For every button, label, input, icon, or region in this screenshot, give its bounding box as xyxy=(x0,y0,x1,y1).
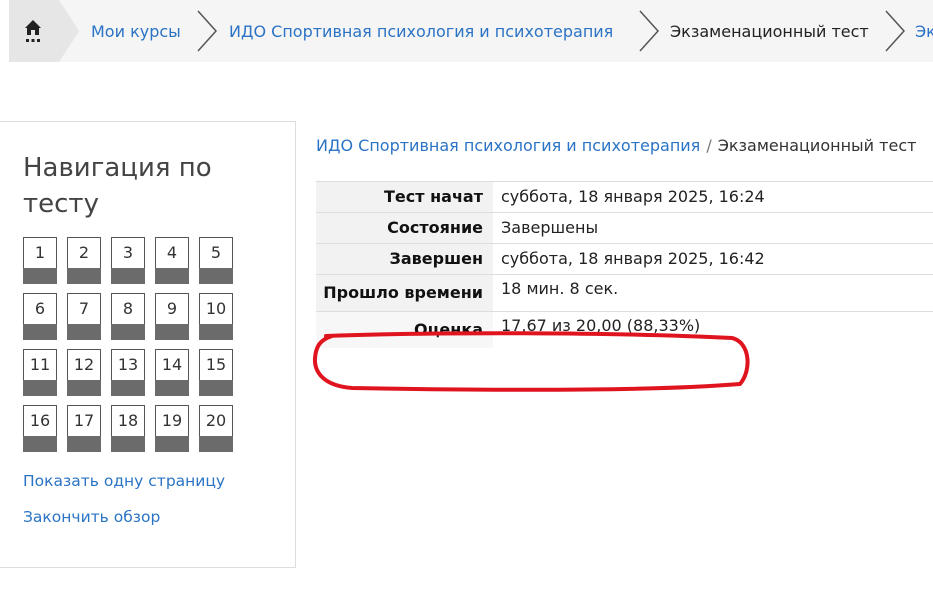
summary-row-state: Состояние Завершены xyxy=(316,212,933,244)
summary-value: суббота, 18 января 2025, 16:42 xyxy=(493,243,933,275)
question-number: 11 xyxy=(29,355,51,374)
summary-label: Завершен xyxy=(316,243,493,275)
summary-row-completed: Завершен суббота, 18 января 2025, 16:42 xyxy=(316,243,933,275)
summary-label: Прошло времени xyxy=(316,274,493,312)
question-status-bar xyxy=(23,268,57,284)
question-number: 19 xyxy=(161,411,183,430)
question-button[interactable]: 18 xyxy=(111,405,145,452)
question-number: 18 xyxy=(117,411,139,430)
summary-label: Тест начат xyxy=(316,181,493,213)
attempt-summary-table: Тест начат суббота, 18 января 2025, 16:2… xyxy=(316,181,933,348)
header-course-link[interactable]: ИДО Спортивная психология и психотерапия xyxy=(316,136,700,155)
breadcrumb-course[interactable]: ИДО Спортивная психология и психотерапия xyxy=(229,22,613,42)
summary-row-time-taken: Прошло времени 18 мин. 8 сек. xyxy=(316,274,933,312)
header-separator: / xyxy=(706,136,712,155)
question-number: 15 xyxy=(205,355,227,374)
question-number: 14 xyxy=(161,355,183,374)
question-button[interactable]: 19 xyxy=(155,405,189,452)
question-button[interactable]: 13 xyxy=(111,349,145,396)
question-button[interactable]: 10 xyxy=(199,293,233,340)
question-status-bar xyxy=(155,324,189,340)
question-number: 1 xyxy=(34,243,46,262)
chevron-right-icon xyxy=(639,10,660,52)
question-status-bar xyxy=(67,436,101,452)
question-button[interactable]: 6 xyxy=(23,293,57,340)
summary-value: Завершены xyxy=(493,212,933,244)
question-status-bar xyxy=(111,324,145,340)
question-number: 13 xyxy=(117,355,139,374)
home-icon xyxy=(25,20,41,42)
question-status-bar xyxy=(199,436,233,452)
question-number: 20 xyxy=(205,411,227,430)
question-status-bar xyxy=(111,268,145,284)
breadcrumb-current: Экзаменационный тест xyxy=(670,22,869,41)
page-header: ИДО Спортивная психология и психотерапия… xyxy=(316,136,916,155)
question-button[interactable]: 17 xyxy=(67,405,101,452)
finish-review-link[interactable]: Закончить обзор xyxy=(23,508,160,526)
question-number: 2 xyxy=(78,243,90,262)
question-button[interactable]: 5 xyxy=(199,237,233,284)
question-button[interactable]: 12 xyxy=(67,349,101,396)
question-button[interactable]: 15 xyxy=(199,349,233,396)
summary-row-grade: Оценка 17,67 из 20,00 (88,33%) xyxy=(316,311,933,348)
question-number: 3 xyxy=(122,243,134,262)
question-status-bar xyxy=(199,324,233,340)
question-button[interactable]: 16 xyxy=(23,405,57,452)
question-number: 9 xyxy=(166,299,178,318)
summary-label: Оценка xyxy=(316,311,493,348)
question-number: 5 xyxy=(210,243,222,262)
question-status-bar xyxy=(67,324,101,340)
chevron-right-icon xyxy=(197,10,218,52)
question-status-bar xyxy=(67,268,101,284)
question-status-bar xyxy=(199,380,233,396)
question-button[interactable]: 4 xyxy=(155,237,189,284)
header-test-title: Экзаменационный тест xyxy=(717,136,917,155)
question-button[interactable]: 1 xyxy=(23,237,57,284)
question-number: 12 xyxy=(73,355,95,374)
question-status-bar xyxy=(199,268,233,284)
question-button[interactable]: 3 xyxy=(111,237,145,284)
question-status-bar xyxy=(111,380,145,396)
summary-label: Состояние xyxy=(316,212,493,244)
question-status-bar xyxy=(155,380,189,396)
breadcrumb-my-courses[interactable]: Мои курсы xyxy=(91,22,181,42)
summary-value: суббота, 18 января 2025, 16:24 xyxy=(493,181,933,213)
summary-value: 18 мин. 8 сек. xyxy=(493,274,933,312)
breadcrumb: Мои курсы ИДО Спортивная психология и пс… xyxy=(9,0,933,62)
question-button[interactable]: 7 xyxy=(67,293,101,340)
summary-row-started: Тест начат суббота, 18 января 2025, 16:2… xyxy=(316,181,933,213)
quiz-navigation-block: Навигация по тесту 1 2 3 4 5 6 7 8 9 10 11 12 13 14 15… xyxy=(0,121,296,568)
question-status-bar xyxy=(23,324,57,340)
question-button[interactable]: 8 xyxy=(111,293,145,340)
question-status-bar xyxy=(111,436,145,452)
question-status-bar xyxy=(67,380,101,396)
question-number: 6 xyxy=(34,299,46,318)
summary-value: 17,67 из 20,00 (88,33%) xyxy=(493,311,933,348)
home-button[interactable] xyxy=(9,0,59,62)
question-number: 7 xyxy=(78,299,90,318)
quiz-navigation-title: Навигация по тесту xyxy=(23,153,212,219)
question-number: 17 xyxy=(73,411,95,430)
question-status-bar xyxy=(155,436,189,452)
question-button[interactable]: 14 xyxy=(155,349,189,396)
question-button[interactable]: 20 xyxy=(199,405,233,452)
question-number: 8 xyxy=(122,299,134,318)
question-status-bar xyxy=(23,380,57,396)
question-button[interactable]: 11 xyxy=(23,349,57,396)
question-number: 16 xyxy=(29,411,51,430)
chevron-right-icon xyxy=(885,10,906,52)
breadcrumb-next[interactable]: Эк xyxy=(915,22,933,42)
question-button[interactable]: 9 xyxy=(155,293,189,340)
question-status-bar xyxy=(155,268,189,284)
question-status-bar xyxy=(23,436,57,452)
question-number: 10 xyxy=(205,299,227,318)
question-number: 4 xyxy=(166,243,178,262)
show-one-page-link[interactable]: Показать одну страницу xyxy=(23,472,225,490)
question-button[interactable]: 2 xyxy=(67,237,101,284)
